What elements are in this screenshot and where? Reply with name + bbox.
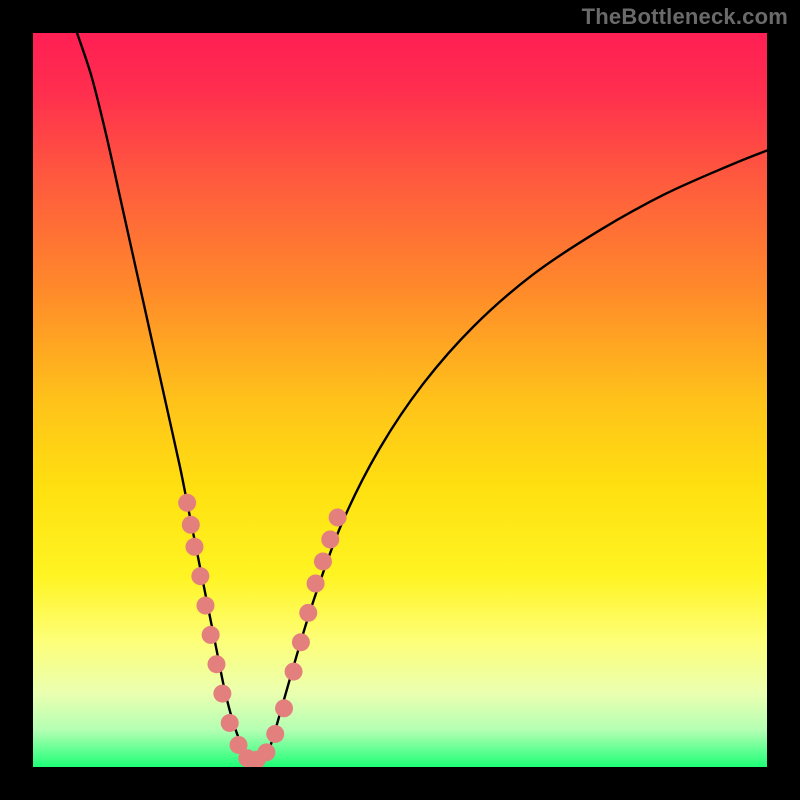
marker-dot xyxy=(185,538,203,556)
marker-dot xyxy=(202,626,220,644)
bottleneck-chart xyxy=(0,0,800,800)
marker-dot xyxy=(221,714,239,732)
marker-dot xyxy=(182,516,200,534)
marker-dot xyxy=(178,494,196,512)
marker-dot xyxy=(307,575,325,593)
marker-dot xyxy=(266,725,284,743)
marker-dot xyxy=(213,685,231,703)
marker-dot xyxy=(257,743,275,761)
watermark-text: TheBottleneck.com xyxy=(582,4,788,30)
marker-dot xyxy=(329,508,347,526)
marker-dot xyxy=(299,604,317,622)
plot-background xyxy=(33,33,767,767)
marker-dot xyxy=(191,567,209,585)
marker-dot xyxy=(321,530,339,548)
marker-dot xyxy=(314,552,332,570)
marker-dot xyxy=(292,633,310,651)
marker-dot xyxy=(275,699,293,717)
marker-dot xyxy=(285,663,303,681)
marker-dot xyxy=(208,655,226,673)
marker-dot xyxy=(196,597,214,615)
